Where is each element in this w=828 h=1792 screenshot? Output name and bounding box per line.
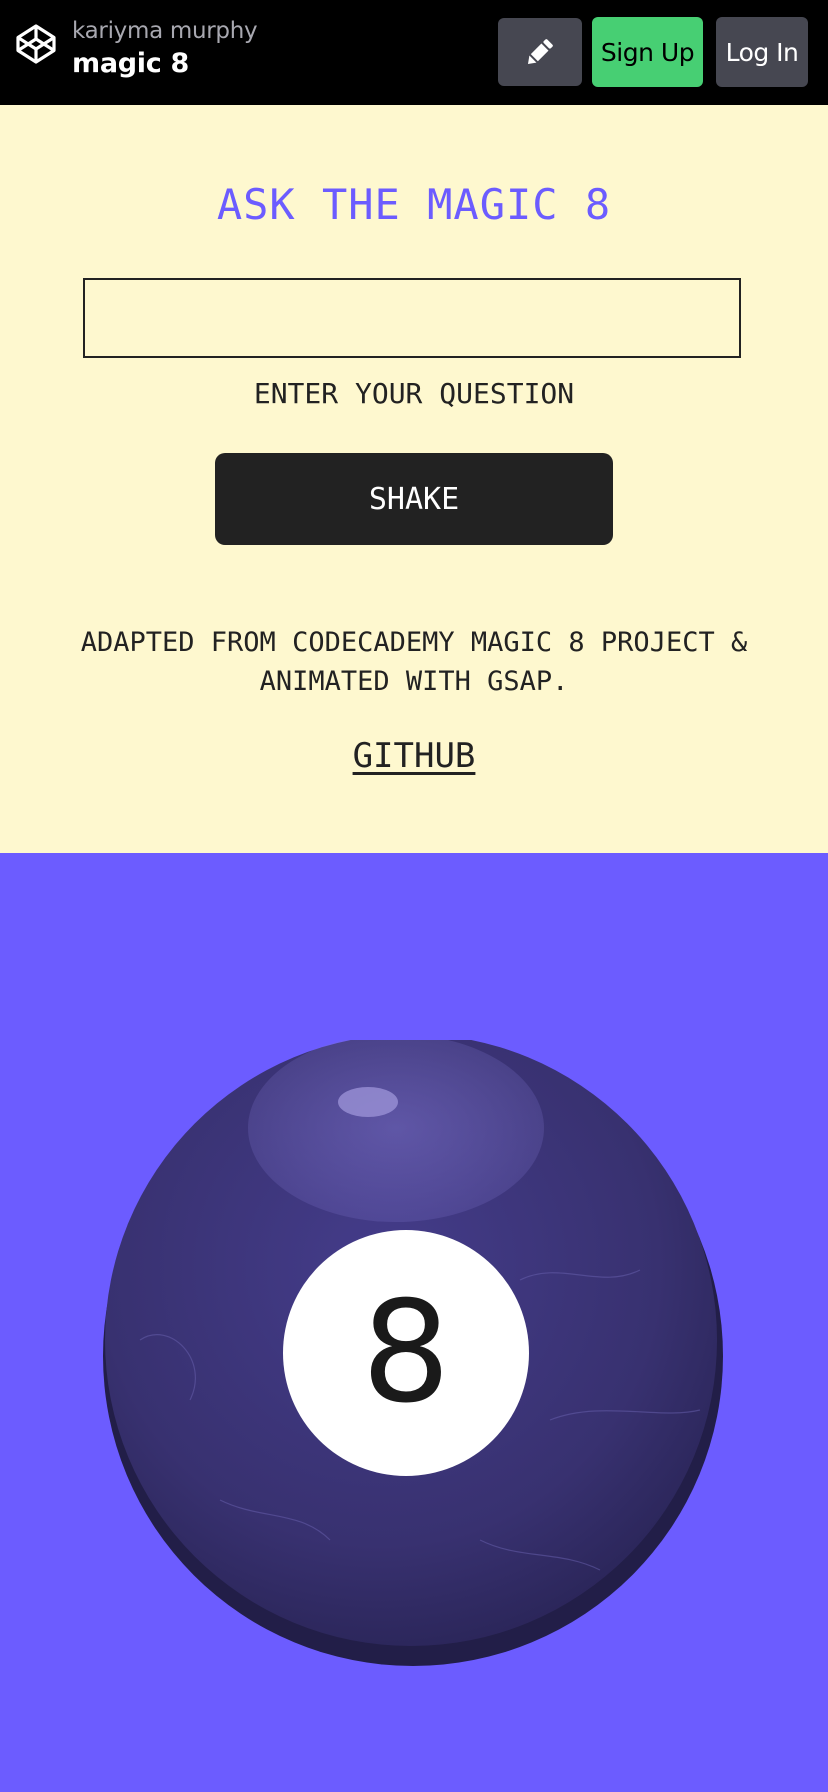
top-bar: kariyma murphy magic 8 Sign Up Log In — [0, 0, 828, 105]
shake-button[interactable]: SHAKE — [215, 453, 613, 545]
page-title: ASK THE MAGIC 8 — [216, 180, 612, 229]
ball-shine — [338, 1087, 398, 1117]
pencil-icon — [527, 39, 553, 65]
question-input[interactable] — [83, 278, 741, 358]
question-panel: ASK THE MAGIC 8 ENTER YOUR QUESTION SHAK… — [0, 105, 828, 853]
edit-button[interactable] — [498, 18, 582, 86]
ball-highlight — [248, 1040, 544, 1222]
sign-up-button[interactable]: Sign Up — [592, 17, 703, 87]
github-link[interactable]: GITHUB — [0, 736, 828, 776]
ball-number: 8 — [361, 1272, 450, 1435]
pen-title: magic 8 — [72, 48, 190, 79]
magic-8-ball[interactable]: 8 — [100, 1040, 726, 1666]
credit-line-1: ADAPTED FROM CODECADEMY MAGIC 8 PROJECT … — [80, 627, 748, 658]
codepen-logo-icon[interactable] — [14, 22, 58, 66]
log-in-button[interactable]: Log In — [716, 17, 808, 87]
question-input-label: ENTER YOUR QUESTION — [253, 377, 575, 410]
credit-line-2: ANIMATED WITH GSAP. — [259, 666, 569, 697]
credit-text: ADAPTED FROM CODECADEMY MAGIC 8 PROJECT … — [60, 623, 768, 701]
author-name[interactable]: kariyma murphy — [72, 18, 258, 44]
